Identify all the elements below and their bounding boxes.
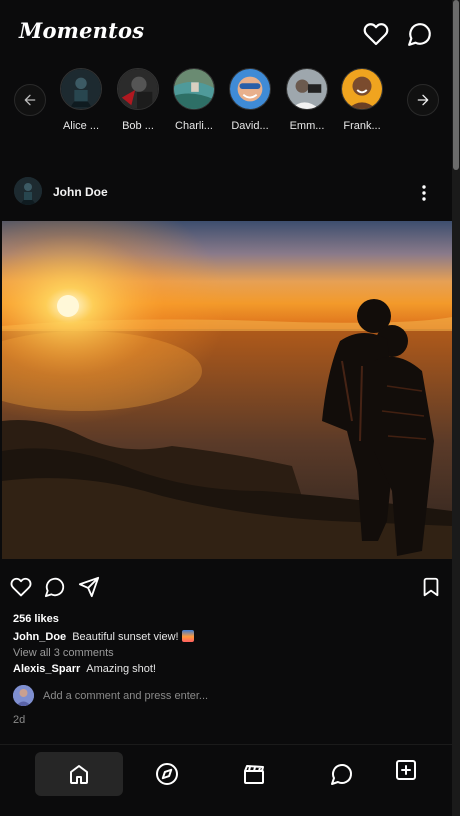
post-timestamp: 2d: [13, 714, 26, 726]
nav-messages[interactable]: [318, 752, 366, 796]
story-item[interactable]: Charli...: [166, 68, 222, 132]
story-avatar: [286, 68, 328, 110]
scrollbar[interactable]: [452, 0, 460, 816]
story-avatar: [173, 68, 215, 110]
share-button[interactable]: [78, 576, 100, 598]
comment-icon: [44, 577, 65, 598]
heart-icon[interactable]: [363, 21, 389, 47]
nav-create[interactable]: [382, 748, 430, 792]
more-vertical-icon: [422, 185, 426, 201]
comment-item: Alexis_Sparr Amazing shot!: [13, 663, 156, 675]
like-button[interactable]: [10, 576, 32, 598]
clapperboard-icon: [244, 765, 264, 784]
bookmark-button[interactable]: [420, 576, 442, 598]
message-circle-icon[interactable]: [407, 21, 433, 47]
post-image[interactable]: [2, 221, 452, 559]
comment-text: Amazing shot!: [86, 663, 156, 675]
story-item[interactable]: Emm...: [279, 68, 335, 132]
nav-reels[interactable]: [230, 752, 278, 796]
message-circle-icon: [331, 764, 352, 785]
story-avatar: [341, 68, 383, 110]
nav-explore[interactable]: [143, 752, 191, 796]
story-name: Bob ...: [122, 120, 154, 132]
story-name: Frank...: [343, 120, 381, 132]
app-logo[interactable]: Momentos: [19, 18, 144, 43]
story-name: David...: [231, 120, 269, 132]
comment-username[interactable]: Alexis_Sparr: [13, 663, 80, 675]
comment-input[interactable]: [43, 687, 433, 705]
story-name: Charli...: [175, 120, 213, 132]
story-avatar: [117, 68, 159, 110]
sunset-emoji-icon: [181, 630, 194, 642]
more-options-button[interactable]: [416, 182, 432, 204]
plus-square-icon: [396, 760, 416, 780]
home-icon: [70, 765, 88, 784]
story-item[interactable]: Bob ...: [110, 68, 166, 132]
view-all-comments-link[interactable]: View all 3 comments: [13, 647, 114, 659]
avatar[interactable]: [14, 177, 42, 205]
story-item[interactable]: Alice ...: [53, 68, 109, 132]
arrow-left-icon: [24, 94, 36, 106]
heart-icon: [10, 577, 32, 597]
story-avatar: [60, 68, 102, 110]
post-caption: John_Doe Beautiful sunset view!: [13, 630, 194, 643]
add-comment-row: [13, 685, 443, 707]
story-item[interactable]: Frank...: [334, 68, 390, 132]
arrow-right-icon: [417, 94, 429, 106]
stories-prev-button[interactable]: [14, 84, 46, 116]
stories-next-button[interactable]: [407, 84, 439, 116]
stories-bar: Alice ... Bob ... Charli... David... Emm…: [0, 64, 452, 144]
top-header: Momentos: [0, 0, 452, 64]
nav-home[interactable]: [35, 752, 123, 796]
likes-count: 256 likes: [13, 613, 59, 625]
story-item[interactable]: David...: [222, 68, 278, 132]
compass-icon: [156, 763, 178, 785]
send-icon: [78, 576, 100, 598]
caption-text: Beautiful sunset view!: [72, 631, 179, 643]
story-name: Alice ...: [62, 120, 100, 132]
post-header: John Doe: [0, 172, 452, 212]
post-username[interactable]: John Doe: [53, 185, 108, 199]
bottom-nav: [0, 744, 452, 816]
caption-username[interactable]: John_Doe: [13, 631, 66, 643]
scrollbar-thumb[interactable]: [453, 0, 459, 170]
avatar: [13, 685, 34, 706]
story-name: Emm...: [289, 120, 325, 132]
story-avatar: [229, 68, 271, 110]
comment-button[interactable]: [44, 576, 66, 598]
bookmark-icon: [423, 577, 439, 597]
app-root: Momentos Alice ... Bob ... Charli... Dav…: [0, 0, 452, 816]
post-actions: [0, 574, 452, 602]
